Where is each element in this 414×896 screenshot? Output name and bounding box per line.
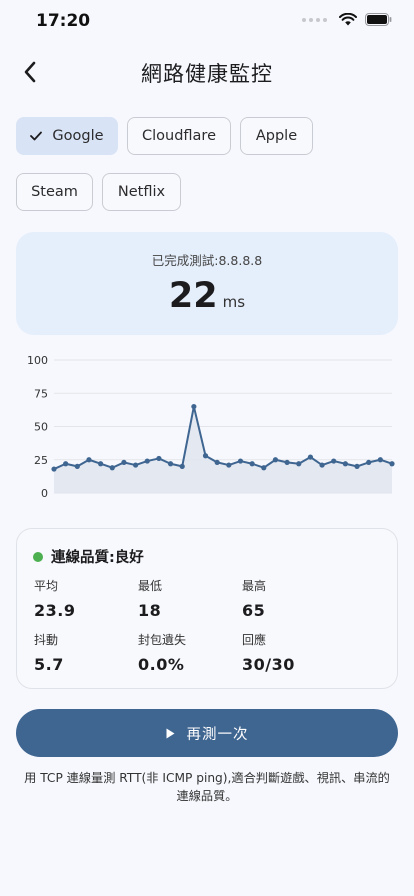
- data-point: [272, 457, 279, 463]
- stat-max: 最高 65: [242, 577, 266, 620]
- stat-jitter: 抖動 5.7: [34, 631, 64, 674]
- chip-netflix[interactable]: Netflix: [102, 173, 181, 211]
- result-value: 22 ms: [16, 276, 398, 316]
- data-point: [156, 455, 162, 462]
- stat-label: 最高: [242, 579, 267, 593]
- data-point: [167, 461, 174, 467]
- retest-label: 再測一次: [186, 726, 249, 743]
- chart-points: [51, 403, 395, 472]
- battery-icon: [365, 13, 392, 26]
- stat-min: 最低 18: [138, 577, 162, 620]
- data-point: [331, 458, 337, 464]
- page-title: 網路健康監控: [141, 62, 273, 86]
- data-point: [354, 463, 360, 469]
- quality-card: 連線品質:良好 平均 23.9 最低 18 最高 65 抖動 5.7 封包遺失 …: [16, 528, 398, 689]
- data-point: [377, 457, 383, 463]
- status-dot-icon: [33, 551, 43, 562]
- y-tick-label: 0: [41, 487, 48, 500]
- y-tick-label: 75: [34, 387, 48, 400]
- data-point: [63, 461, 69, 467]
- stat-value: 23.9: [34, 601, 76, 620]
- data-point: [74, 463, 80, 469]
- quality-title: 連線品質:良好: [51, 550, 144, 566]
- header: 網路健康監控: [0, 50, 414, 94]
- data-point: [237, 458, 244, 464]
- stat-label: 抖動: [34, 633, 59, 647]
- chart-area: [54, 406, 392, 493]
- status-icons: [302, 13, 392, 26]
- stat-label: 最低: [138, 579, 163, 593]
- stat-value: 18: [138, 601, 162, 620]
- data-point: [284, 459, 290, 466]
- latency-value: 22: [168, 276, 218, 316]
- data-point: [179, 463, 185, 469]
- chart-y-axis: 100 75 50 25 0: [27, 354, 48, 500]
- stat-label: 封包遺失: [138, 633, 187, 647]
- wifi-icon: [339, 13, 357, 26]
- retest-button[interactable]: 再測一次: [16, 709, 398, 757]
- chip-google[interactable]: Google: [16, 117, 118, 155]
- data-point: [214, 459, 220, 466]
- chip-cloudflare[interactable]: Cloudflare: [127, 117, 231, 155]
- data-point: [226, 462, 232, 468]
- data-point: [191, 403, 197, 410]
- data-point: [144, 458, 150, 464]
- latency-unit: ms: [222, 293, 246, 311]
- chip-label: Cloudflare: [141, 128, 216, 144]
- status-bar: 17:20: [0, 0, 414, 46]
- stat-packet-loss: 封包遺失 0.0%: [138, 631, 186, 674]
- result-label: 已完成測試:8.8.8.8: [151, 253, 263, 268]
- chip-label: Google: [52, 128, 104, 144]
- data-point: [98, 461, 104, 467]
- stat-value: 0.0%: [138, 655, 185, 674]
- data-point: [342, 461, 348, 467]
- data-point: [132, 462, 139, 468]
- stat-value: 65: [242, 601, 266, 620]
- result-card: 已完成測試:8.8.8.8 22 ms: [16, 232, 398, 335]
- stat-responses: 回應 30/30: [242, 631, 295, 674]
- footnote: 用 TCP 連線量測 RTT(非 ICMP ping),適合判斷遊戲、視訊、串流…: [24, 771, 390, 803]
- chip-apple[interactable]: Apple: [240, 117, 313, 155]
- y-tick-label: 100: [27, 354, 48, 367]
- play-icon: [166, 728, 175, 739]
- latency-chart: 100 75 50 25 0: [27, 354, 395, 500]
- data-point: [202, 453, 209, 459]
- quality-header: 連線品質:良好: [33, 546, 144, 567]
- data-point: [307, 454, 314, 460]
- data-point: [51, 466, 57, 472]
- data-point: [261, 465, 267, 471]
- signal-dots-icon: [302, 17, 327, 22]
- status-time: 17:20: [36, 11, 91, 31]
- data-point: [249, 461, 255, 467]
- stat-value: 30/30: [242, 655, 295, 674]
- stat-average: 平均 23.9: [34, 577, 75, 620]
- data-point: [86, 457, 92, 463]
- data-point: [366, 459, 372, 466]
- stat-value: 5.7: [34, 655, 64, 674]
- y-tick-label: 50: [34, 421, 48, 434]
- data-point: [109, 465, 115, 471]
- data-point: [389, 461, 395, 467]
- stat-label: 平均: [34, 579, 59, 593]
- check-icon: [30, 131, 43, 141]
- chip-label: Netflix: [117, 184, 166, 200]
- data-point: [296, 461, 302, 467]
- chip-label: Steam: [31, 184, 78, 200]
- data-point: [121, 459, 127, 466]
- data-point: [319, 462, 325, 468]
- stat-label: 回應: [242, 633, 267, 647]
- chip-label: Apple: [255, 128, 298, 144]
- chip-steam[interactable]: Steam: [16, 173, 93, 211]
- y-tick-label: 25: [34, 454, 48, 467]
